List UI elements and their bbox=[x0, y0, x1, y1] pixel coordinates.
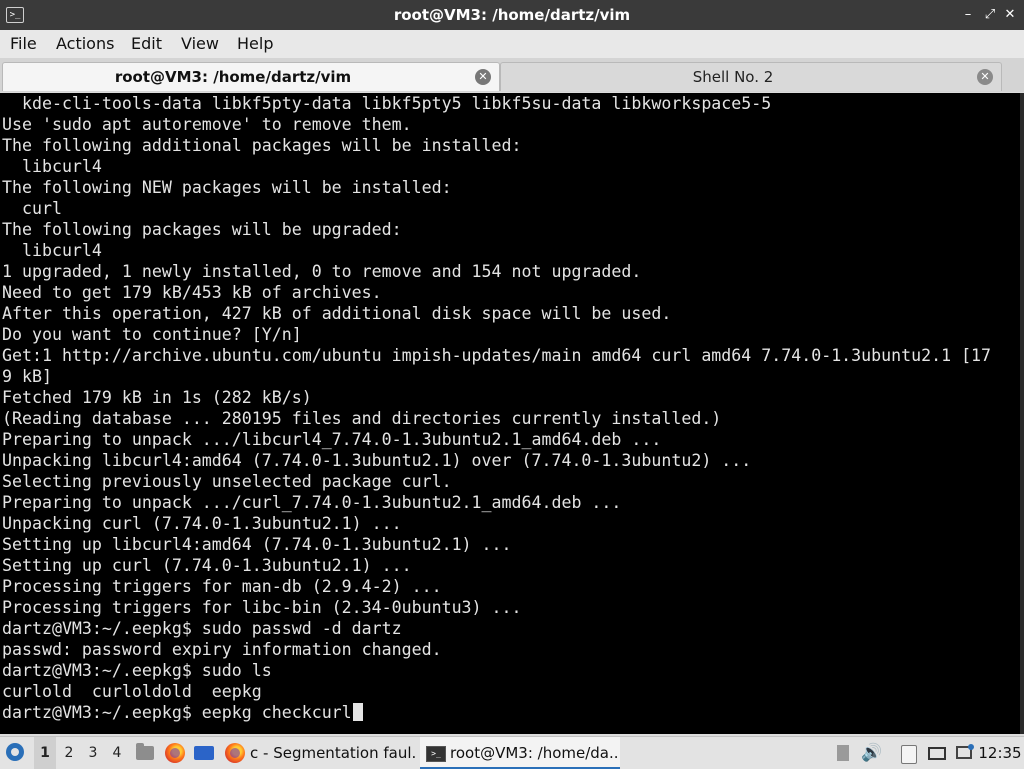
menubar: File Actions Edit View Help bbox=[0, 30, 1024, 58]
task-label: root@VM3: /home/da... bbox=[450, 744, 620, 762]
menu-actions[interactable]: Actions bbox=[56, 34, 114, 53]
terminal-line: Processing triggers for man-db (2.9.4-2)… bbox=[2, 577, 442, 596]
terminal-line: dartz@VM3:~/.eepkg$ sudo ls bbox=[2, 661, 272, 680]
close-button[interactable]: ✕ bbox=[1000, 5, 1020, 25]
terminal-line: curl bbox=[2, 199, 62, 218]
terminal-line: Setting up curl (7.74.0-1.3ubuntu2.1) ..… bbox=[2, 556, 412, 575]
terminal-line: (Reading database ... 280195 files and d… bbox=[2, 409, 722, 428]
terminal-line: After this operation, 427 kB of addition… bbox=[2, 304, 672, 323]
taskbar: 1 2 3 4 c - Segmentation faul... >_ root… bbox=[0, 736, 1024, 769]
terminal-line: Do you want to continue? [Y/n] bbox=[2, 325, 302, 344]
tab-bar: root@VM3: /home/dartz/vim ✕ Shell No. 2 … bbox=[0, 58, 1024, 92]
trash-icon[interactable] bbox=[834, 737, 852, 769]
terminal-line: curlold curloldold eepkg bbox=[2, 682, 262, 701]
terminal-output[interactable]: kde-cli-tools-data libkf5pty-data libkf5… bbox=[0, 93, 1020, 734]
terminal-line: Preparing to unpack .../curl_7.74.0-1.3u… bbox=[2, 493, 622, 512]
task-terminal-window[interactable]: >_ root@VM3: /home/da... bbox=[420, 737, 620, 769]
terminal-cursor bbox=[352, 703, 363, 721]
window-titlebar: >_ root@VM3: /home/dartz/vim – ⤢ ✕ bbox=[0, 0, 1024, 30]
workspace-4[interactable]: 4 bbox=[106, 737, 128, 769]
window-title: root@VM3: /home/dartz/vim bbox=[393, 6, 631, 24]
task-firefox-window[interactable]: c - Segmentation faul... bbox=[222, 737, 416, 769]
terminal-line: Unpacking curl (7.74.0-1.3ubuntu2.1) ... bbox=[2, 514, 402, 533]
terminal-line: Need to get 179 kB/453 kB of archives. bbox=[2, 283, 382, 302]
terminal-line: Use 'sudo apt autoremove' to remove them… bbox=[2, 115, 412, 134]
menu-help[interactable]: Help bbox=[237, 34, 273, 53]
terminal-line: Processing triggers for libc-bin (2.34-0… bbox=[2, 598, 522, 617]
tab-label: root@VM3: /home/dartz/vim bbox=[114, 68, 352, 86]
terminal-line: passwd: password expiry information chan… bbox=[2, 640, 442, 659]
terminal-line: 9 kB] bbox=[2, 367, 52, 386]
terminal-line: The following additional packages will b… bbox=[2, 136, 522, 155]
close-icon[interactable]: ✕ bbox=[977, 69, 993, 85]
tab-shell-no-2[interactable]: Shell No. 2 ✕ bbox=[500, 62, 1002, 91]
menu-icon[interactable] bbox=[4, 737, 30, 769]
terminal-line: 1 upgraded, 1 newly installed, 0 to remo… bbox=[2, 262, 642, 281]
screen-icon[interactable] bbox=[192, 737, 216, 769]
firefox-icon[interactable] bbox=[162, 737, 188, 769]
workspace-3[interactable]: 3 bbox=[82, 737, 104, 769]
keyboard-icon[interactable] bbox=[926, 737, 948, 769]
terminal-line: The following packages will be upgraded: bbox=[2, 220, 402, 239]
terminal-line: dartz@VM3:~/.eepkg$ eepkg checkcurl bbox=[0, 702, 1020, 723]
terminal-scrollbar[interactable] bbox=[1020, 93, 1024, 734]
terminal-icon: >_ bbox=[426, 746, 446, 762]
workspace-1[interactable]: 1 bbox=[34, 737, 56, 769]
tab-root-shell[interactable]: root@VM3: /home/dartz/vim ✕ bbox=[2, 62, 500, 91]
workspace-2[interactable]: 2 bbox=[58, 737, 80, 769]
task-label: c - Segmentation faul... bbox=[250, 744, 416, 762]
terminal-line: Get:1 http://archive.ubuntu.com/ubuntu i… bbox=[2, 346, 992, 365]
network-icon[interactable] bbox=[954, 737, 974, 769]
terminal-line: Unpacking libcurl4:amd64 (7.74.0-1.3ubun… bbox=[2, 451, 752, 470]
terminal-line: libcurl4 bbox=[2, 241, 102, 260]
terminal-line: The following NEW packages will be insta… bbox=[2, 178, 452, 197]
minimize-button[interactable]: – bbox=[958, 5, 978, 25]
menu-view[interactable]: View bbox=[181, 34, 219, 53]
menu-edit[interactable]: Edit bbox=[131, 34, 162, 53]
terminal-line: dartz@VM3:~/.eepkg$ sudo passwd -d dartz bbox=[2, 619, 402, 638]
volume-icon[interactable]: 🔊 bbox=[860, 737, 884, 769]
firefox-icon bbox=[225, 743, 245, 763]
clock[interactable]: 12:35 bbox=[978, 737, 1022, 769]
menu-file[interactable]: File bbox=[10, 34, 37, 53]
terminal-line: Preparing to unpack .../libcurl4_7.74.0-… bbox=[2, 430, 662, 449]
tab-label: Shell No. 2 bbox=[692, 68, 774, 86]
terminal-line: kde-cli-tools-data libkf5pty-data libkf5… bbox=[2, 94, 772, 113]
clipboard-icon[interactable] bbox=[896, 737, 920, 769]
terminal-line: Selecting previously unselected package … bbox=[2, 472, 452, 491]
terminal-line: Setting up libcurl4:amd64 (7.74.0-1.3ubu… bbox=[2, 535, 512, 554]
file-manager-icon[interactable] bbox=[134, 737, 156, 769]
terminal-line: libcurl4 bbox=[2, 157, 102, 176]
terminal-line: Fetched 179 kB in 1s (282 kB/s) bbox=[2, 388, 312, 407]
close-icon[interactable]: ✕ bbox=[475, 69, 491, 85]
maximize-button[interactable]: ⤢ bbox=[980, 5, 1000, 25]
